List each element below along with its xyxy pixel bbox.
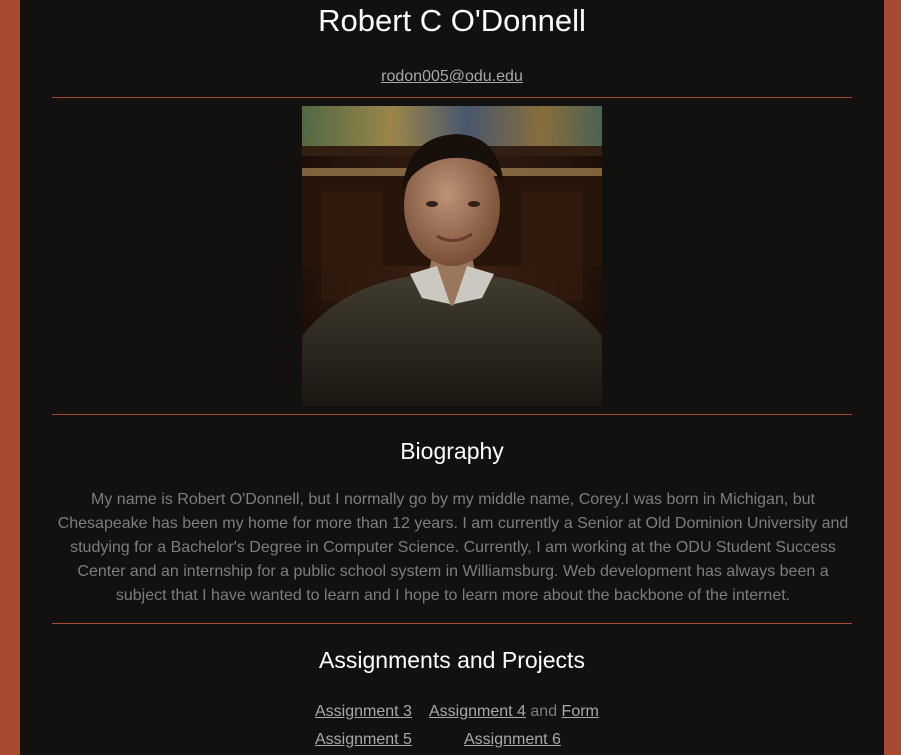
assignment-6-link[interactable]: Assignment 6 [464, 731, 561, 748]
biography-text: My name is Robert O'Donnell, but I norma… [57, 491, 849, 604]
form-link[interactable]: Form [562, 703, 599, 720]
profile-photo-image [302, 106, 602, 406]
and-text: and [530, 703, 558, 720]
email-link[interactable]: rodon005@odu.edu [381, 68, 523, 85]
biography-heading: Biography [400, 438, 504, 464]
profile-photo [302, 106, 602, 406]
assignment-4-link[interactable]: Assignment 4 [429, 703, 526, 720]
assignment-3-link[interactable]: Assignment 3 [315, 703, 412, 720]
divider [52, 97, 852, 98]
assignments-heading: Assignments and Projects [319, 647, 585, 673]
page-panel: Robert C O'Donnell rodon005@odu.edu Biog… [20, 0, 884, 755]
page-title: Robert C O'Donnell [318, 3, 586, 38]
divider [52, 623, 852, 624]
assignment-5-link[interactable]: Assignment 5 [315, 731, 412, 748]
divider [52, 414, 852, 415]
email-line: rodon005@odu.edu [20, 67, 884, 87]
